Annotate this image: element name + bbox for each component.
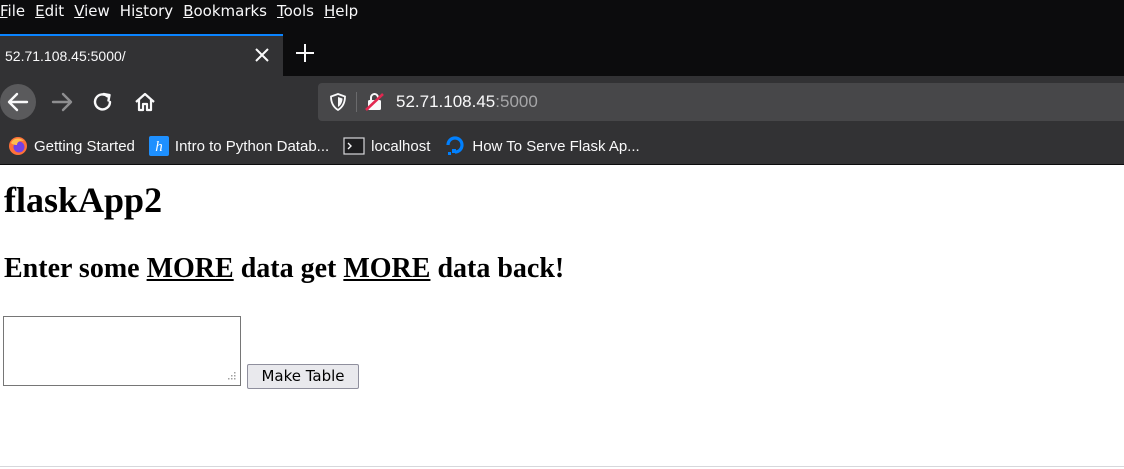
reload-icon bbox=[93, 92, 112, 111]
page-subtitle: Enter some MORE data get MORE data back! bbox=[4, 253, 565, 284]
url-bar[interactable]: 52.71.108.45:5000 bbox=[318, 83, 1124, 121]
new-tab-icon[interactable] bbox=[294, 42, 316, 64]
data-textarea[interactable] bbox=[3, 316, 241, 386]
bookmark-label: Intro to Python Datab... bbox=[174, 137, 330, 155]
page-title: flaskApp2 bbox=[4, 180, 163, 220]
url-text[interactable]: 52.71.108.45:5000 bbox=[396, 83, 538, 121]
tab-active[interactable]: 52.71.108.45:5000/ bbox=[0, 34, 283, 76]
bookmark-flask[interactable]: How To Serve Flask Ap... bbox=[444, 135, 640, 157]
bookmark-label: Getting Started bbox=[34, 137, 135, 155]
h-icon: h bbox=[148, 136, 169, 156]
divider bbox=[0, 466, 1124, 467]
bookmark-localhost[interactable]: localhost bbox=[343, 136, 430, 156]
forward-arrow-icon bbox=[51, 92, 73, 112]
reload-button[interactable] bbox=[85, 84, 121, 120]
back-arrow-icon bbox=[7, 92, 29, 112]
menu-help[interactable]: Help bbox=[322, 0, 366, 22]
forward-button[interactable] bbox=[44, 84, 80, 120]
svg-text:h: h bbox=[155, 139, 163, 155]
back-button[interactable] bbox=[0, 84, 36, 120]
bookmarks-bar: Getting Started h Intro to Python Datab.… bbox=[0, 128, 1124, 165]
terminal-icon bbox=[343, 137, 365, 155]
menu-history[interactable]: History bbox=[118, 0, 181, 22]
tab-strip: 52.71.108.45:5000/ bbox=[0, 22, 1124, 76]
url-port: :5000 bbox=[495, 92, 538, 111]
url-separator bbox=[356, 92, 357, 112]
menu-tools[interactable]: Tools bbox=[275, 0, 322, 22]
digitalocean-icon bbox=[446, 136, 464, 155]
menu-bar: File Edit View History Bookmarks Tools H… bbox=[0, 0, 1124, 22]
bookmark-intro-python[interactable]: h Intro to Python Datab... bbox=[148, 136, 330, 156]
menu-bookmarks[interactable]: Bookmarks bbox=[181, 0, 275, 22]
bookmark-label: How To Serve Flask Ap... bbox=[472, 137, 640, 155]
bookmark-getting-started[interactable]: Getting Started bbox=[8, 136, 135, 156]
firefox-icon bbox=[9, 137, 27, 155]
resize-grip-icon[interactable] bbox=[225, 370, 237, 382]
shield-icon[interactable] bbox=[328, 92, 348, 112]
menu-edit[interactable]: Edit bbox=[33, 0, 72, 22]
emphasis-more-1: MORE bbox=[146, 253, 234, 284]
page-content: flaskApp2 Enter some MORE data get MORE … bbox=[0, 165, 1124, 469]
bookmark-label: localhost bbox=[371, 137, 431, 155]
make-table-button[interactable]: Make Table bbox=[247, 364, 359, 389]
menu-file[interactable]: File bbox=[0, 0, 33, 22]
url-host: 52.71.108.45 bbox=[396, 92, 496, 111]
home-button[interactable] bbox=[127, 84, 163, 120]
close-icon[interactable] bbox=[253, 46, 271, 64]
nav-bar: 52.71.108.45:5000 bbox=[0, 76, 1124, 128]
insecure-lock-icon[interactable] bbox=[364, 92, 386, 112]
emphasis-more-2: MORE bbox=[343, 253, 431, 284]
menu-view[interactable]: View bbox=[72, 0, 118, 22]
tab-title: 52.71.108.45:5000/ bbox=[5, 48, 126, 64]
home-icon bbox=[135, 92, 155, 112]
